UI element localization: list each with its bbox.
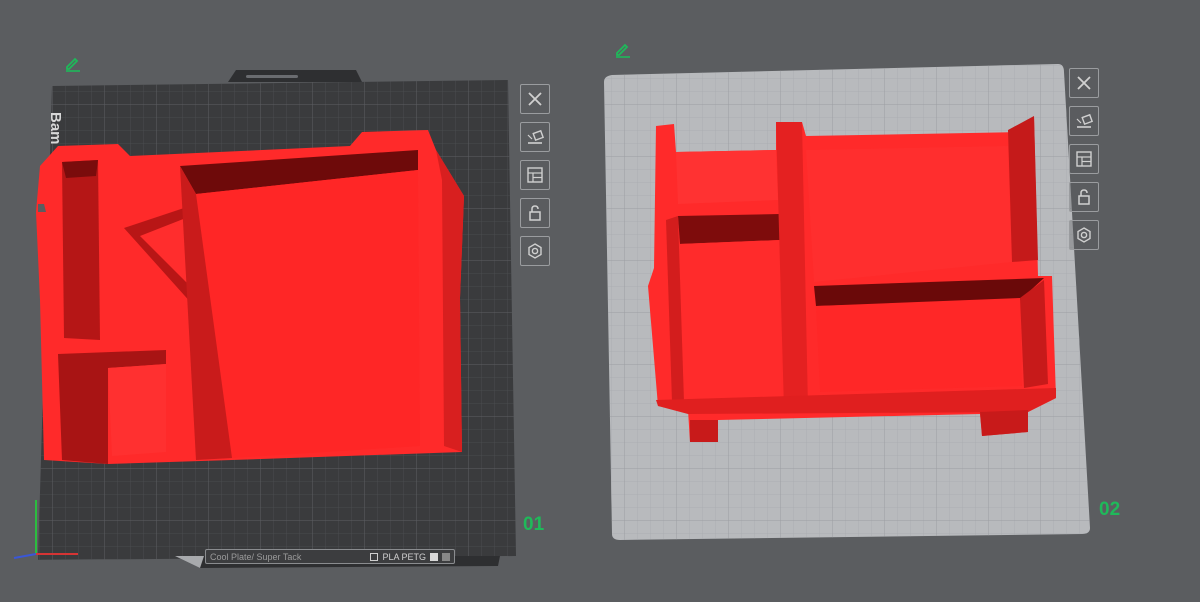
plate-brand-text: Bam: [47, 112, 64, 145]
plate-number-label: 01: [523, 514, 545, 535]
viewport-3d[interactable]: [0, 0, 1200, 602]
plate-01-toolbar: [520, 84, 550, 274]
arrange-icon[interactable]: [1069, 144, 1099, 174]
plate-02-toolbar: [1069, 68, 1099, 258]
plate-number-label: 02: [1099, 499, 1121, 520]
lock-icon[interactable]: [1069, 182, 1099, 212]
model-02[interactable]: [648, 116, 1056, 442]
settings-icon[interactable]: [1069, 220, 1099, 250]
model-01[interactable]: [36, 130, 464, 464]
auto-orient-icon[interactable]: [1069, 106, 1099, 136]
close-icon[interactable]: [1069, 68, 1099, 98]
color-swatch-icon: [442, 552, 450, 561]
edit-plate-name-icon[interactable]: [614, 40, 632, 58]
lock-icon[interactable]: [520, 198, 550, 228]
filament-grid-icon: [370, 552, 379, 561]
plate-type-bar[interactable]: Cool Plate/ Super Tack PLA PETG: [205, 549, 455, 564]
arrange-icon[interactable]: [520, 160, 550, 190]
settings-icon[interactable]: [520, 236, 550, 266]
edit-plate-name-icon[interactable]: [64, 54, 82, 72]
filament-types: PLA PETG: [382, 551, 426, 562]
color-swatch-icon: [430, 552, 438, 561]
auto-orient-icon[interactable]: [520, 122, 550, 152]
plate-type-name: Cool Plate/ Super Tack: [210, 551, 302, 562]
close-icon[interactable]: [520, 84, 550, 114]
